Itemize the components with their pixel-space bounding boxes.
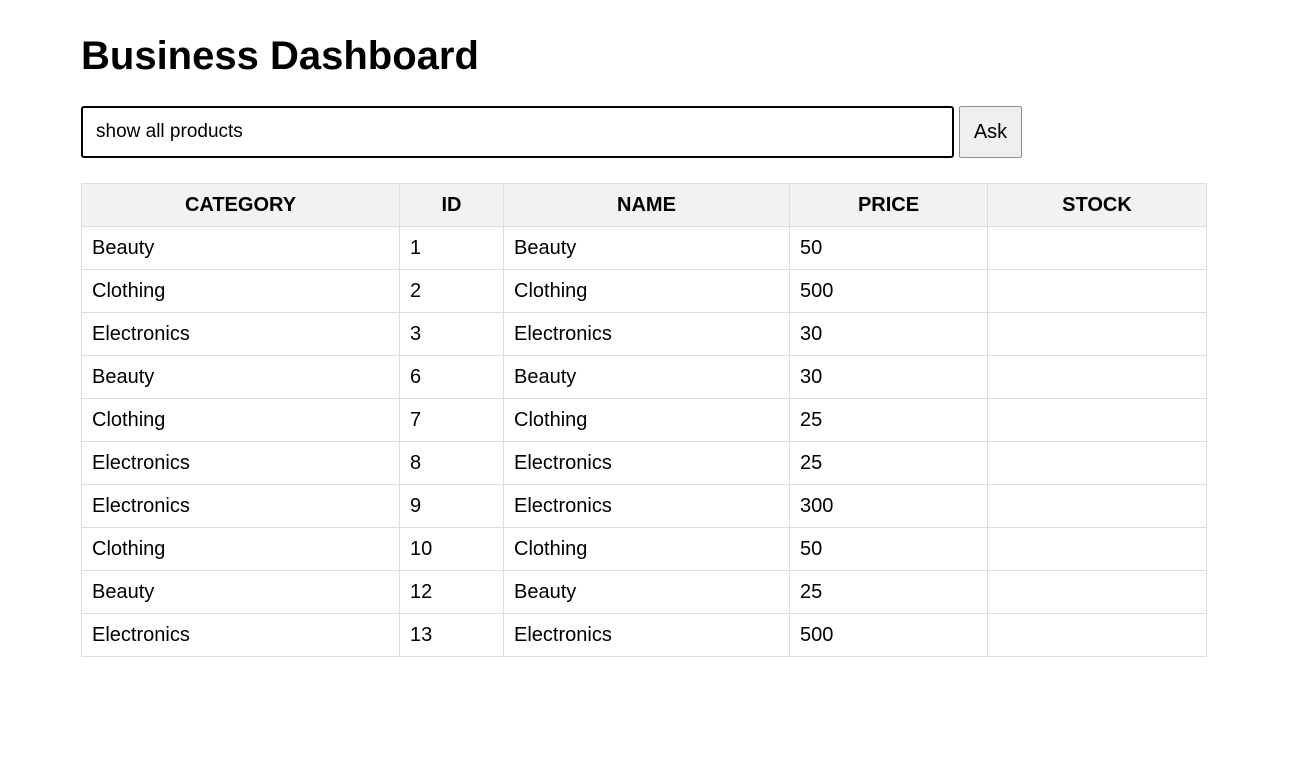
cell-price: 50 <box>789 226 988 270</box>
cell-category: Beauty <box>81 355 400 399</box>
cell-name: Electronics <box>503 441 790 485</box>
cell-id: 3 <box>399 312 504 356</box>
cell-id: 2 <box>399 269 504 313</box>
cell-id: 8 <box>399 441 504 485</box>
cell-stock <box>987 398 1207 442</box>
table-row: Clothing 2 Clothing 500 <box>81 269 1207 313</box>
table-row: Electronics 9 Electronics 300 <box>81 484 1207 528</box>
cell-price: 500 <box>789 613 988 657</box>
cell-id: 1 <box>399 226 504 270</box>
cell-id: 9 <box>399 484 504 528</box>
cell-price: 25 <box>789 441 988 485</box>
cell-stock <box>987 312 1207 356</box>
table-row: Clothing 7 Clothing 25 <box>81 398 1207 442</box>
cell-name: Beauty <box>503 226 790 270</box>
column-header-price: PRICE <box>789 183 988 227</box>
cell-stock <box>987 527 1207 571</box>
cell-stock <box>987 570 1207 614</box>
cell-category: Beauty <box>81 570 400 614</box>
cell-category: Clothing <box>81 398 400 442</box>
column-header-stock: STOCK <box>987 183 1207 227</box>
column-header-id: ID <box>399 183 504 227</box>
cell-id: 7 <box>399 398 504 442</box>
cell-category: Electronics <box>81 441 400 485</box>
cell-category: Beauty <box>81 226 400 270</box>
cell-id: 13 <box>399 613 504 657</box>
products-table: CATEGORY ID NAME PRICE STOCK Beauty 1 Beauty 50… <box>81 183 1207 657</box>
cell-id: 12 <box>399 570 504 614</box>
table-header-row: CATEGORY ID NAME PRICE STOCK <box>81 183 1207 227</box>
cell-category: Electronics <box>81 312 400 356</box>
page-title: Business Dashboard <box>81 34 479 78</box>
cell-category: Clothing <box>81 527 400 571</box>
cell-stock <box>987 613 1207 657</box>
query-input[interactable] <box>81 106 954 158</box>
cell-stock <box>987 269 1207 313</box>
cell-name: Electronics <box>503 484 790 528</box>
cell-stock <box>987 226 1207 270</box>
cell-category: Clothing <box>81 269 400 313</box>
cell-price: 25 <box>789 398 988 442</box>
table-row: Beauty 6 Beauty 30 <box>81 355 1207 399</box>
cell-price: 500 <box>789 269 988 313</box>
cell-name: Clothing <box>503 398 790 442</box>
cell-category: Electronics <box>81 484 400 528</box>
cell-price: 25 <box>789 570 988 614</box>
table-row: Beauty 12 Beauty 25 <box>81 570 1207 614</box>
cell-price: 50 <box>789 527 988 571</box>
cell-name: Electronics <box>503 613 790 657</box>
table-row: Electronics 3 Electronics 30 <box>81 312 1207 356</box>
cell-price: 30 <box>789 355 988 399</box>
column-header-category: CATEGORY <box>81 183 400 227</box>
table-row: Electronics 8 Electronics 25 <box>81 441 1207 485</box>
cell-stock <box>987 441 1207 485</box>
cell-stock <box>987 484 1207 528</box>
cell-id: 10 <box>399 527 504 571</box>
column-header-name: NAME <box>503 183 790 227</box>
table-row: Clothing 10 Clothing 50 <box>81 527 1207 571</box>
table-body: Beauty 1 Beauty 50 Clothing 2 Clothing 500 Elect… <box>81 226 1207 657</box>
cell-name: Clothing <box>503 527 790 571</box>
cell-price: 300 <box>789 484 988 528</box>
dashboard-page: Business Dashboard Ask CATEGORYIDNAMEPRI… <box>0 0 1290 764</box>
cell-stock <box>987 355 1207 399</box>
table-row: Electronics 13 Electronics 500 <box>81 613 1207 657</box>
cell-id: 6 <box>399 355 504 399</box>
cell-name: Electronics <box>503 312 790 356</box>
cell-name: Clothing <box>503 269 790 313</box>
cell-name: Beauty <box>503 355 790 399</box>
table-row: Beauty 1 Beauty 50 <box>81 226 1207 270</box>
ask-button[interactable]: Ask <box>959 106 1022 158</box>
cell-price: 30 <box>789 312 988 356</box>
cell-category: Electronics <box>81 613 400 657</box>
cell-name: Beauty <box>503 570 790 614</box>
